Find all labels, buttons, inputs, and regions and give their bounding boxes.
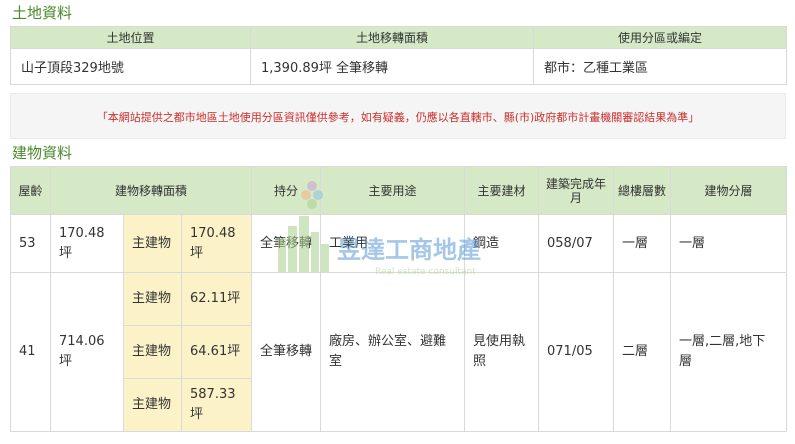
land-zoning: 都市：乙種工業區 [533,48,787,85]
building-total-floors: 二層 [613,272,671,432]
building-age: 41 [10,272,51,432]
share-header: 持分 [251,166,321,215]
building-share: 全筆移轉 [251,272,321,432]
land-table-header: 土地位置 土地移轉面積 使用分區或編定 [10,26,787,49]
building-material: 見使用執照 [464,272,539,432]
sub-building-area: 587.33坪 [181,378,252,432]
floor-level-header: 建物分層 [670,166,787,215]
sub-building-label: 主建物 [123,325,182,379]
built-date-header: 建築完成年月 [538,166,614,215]
sub-building-area: 62.11坪 [181,272,252,326]
building-material: 鋼造 [464,214,539,273]
building-built-date: 058/07 [538,214,614,273]
building-use: 廠房、辦公室、避難室 [320,272,465,432]
table-row: 53 170.48坪 主建物 170.48坪 全筆移轉 工業用 鋼造 058/0… [10,214,787,273]
sub-building-label: 主建物 [123,214,182,273]
building-table-header: 屋齡 建物移轉面積 持分 主要用途 主要建材 建築完成年月 總樓層數 建物分層 [10,166,787,215]
building-area: 714.06坪 [50,272,124,432]
sub-building-label: 主建物 [123,272,182,326]
land-table: 土地位置 土地移轉面積 使用分區或編定 山子頂段329地號 1,390.89坪 … [10,26,787,85]
building-area: 170.48坪 [50,214,124,273]
building-floor-level: 一層,二層,地下層 [670,272,787,432]
table-row: 41 714.06坪 主建物 62.11坪 全筆移轉 廠房、辦公室、避難室 見使… [10,272,787,432]
building-built-date: 071/05 [538,272,614,432]
area-header: 建物移轉面積 [50,166,252,215]
building-section-title: 建物資料 [12,144,73,162]
disclaimer-text: 「本網站提供之都市地區土地使用分區資訊僅供參考，如有疑義，仍應以各直轄市、縣(市… [96,111,700,124]
total-floors-header: 總樓層數 [613,166,671,215]
building-total-floors: 一層 [613,214,671,273]
building-floor-level: 一層 [670,214,787,273]
building-age: 53 [10,214,51,273]
sub-building-label: 主建物 [123,378,182,432]
sub-building-area: 170.48坪 [181,214,252,273]
disclaimer-box: 「本網站提供之都市地區土地使用分區資訊僅供參考，如有疑義，仍應以各直轄市、縣(市… [10,93,786,139]
land-location: 山子頂段329地號 [10,48,251,85]
land-zoning-header: 使用分區或編定 [533,26,787,49]
material-header: 主要建材 [464,166,539,215]
land-section-title: 土地資料 [12,4,73,22]
land-location-header: 土地位置 [10,26,251,49]
building-table: 屋齡 建物移轉面積 持分 主要用途 主要建材 建築完成年月 總樓層數 建物分層 … [10,166,787,432]
land-area: 1,390.89坪 全筆移轉 [250,48,534,85]
table-row: 山子頂段329地號 1,390.89坪 全筆移轉 都市：乙種工業區 [10,48,787,85]
building-use: 工業用 [320,214,465,273]
age-header: 屋齡 [10,166,51,215]
land-area-header: 土地移轉面積 [250,26,534,49]
use-header: 主要用途 [320,166,465,215]
sub-building-area: 64.61坪 [181,325,252,379]
building-share: 全筆移轉 [251,214,321,273]
